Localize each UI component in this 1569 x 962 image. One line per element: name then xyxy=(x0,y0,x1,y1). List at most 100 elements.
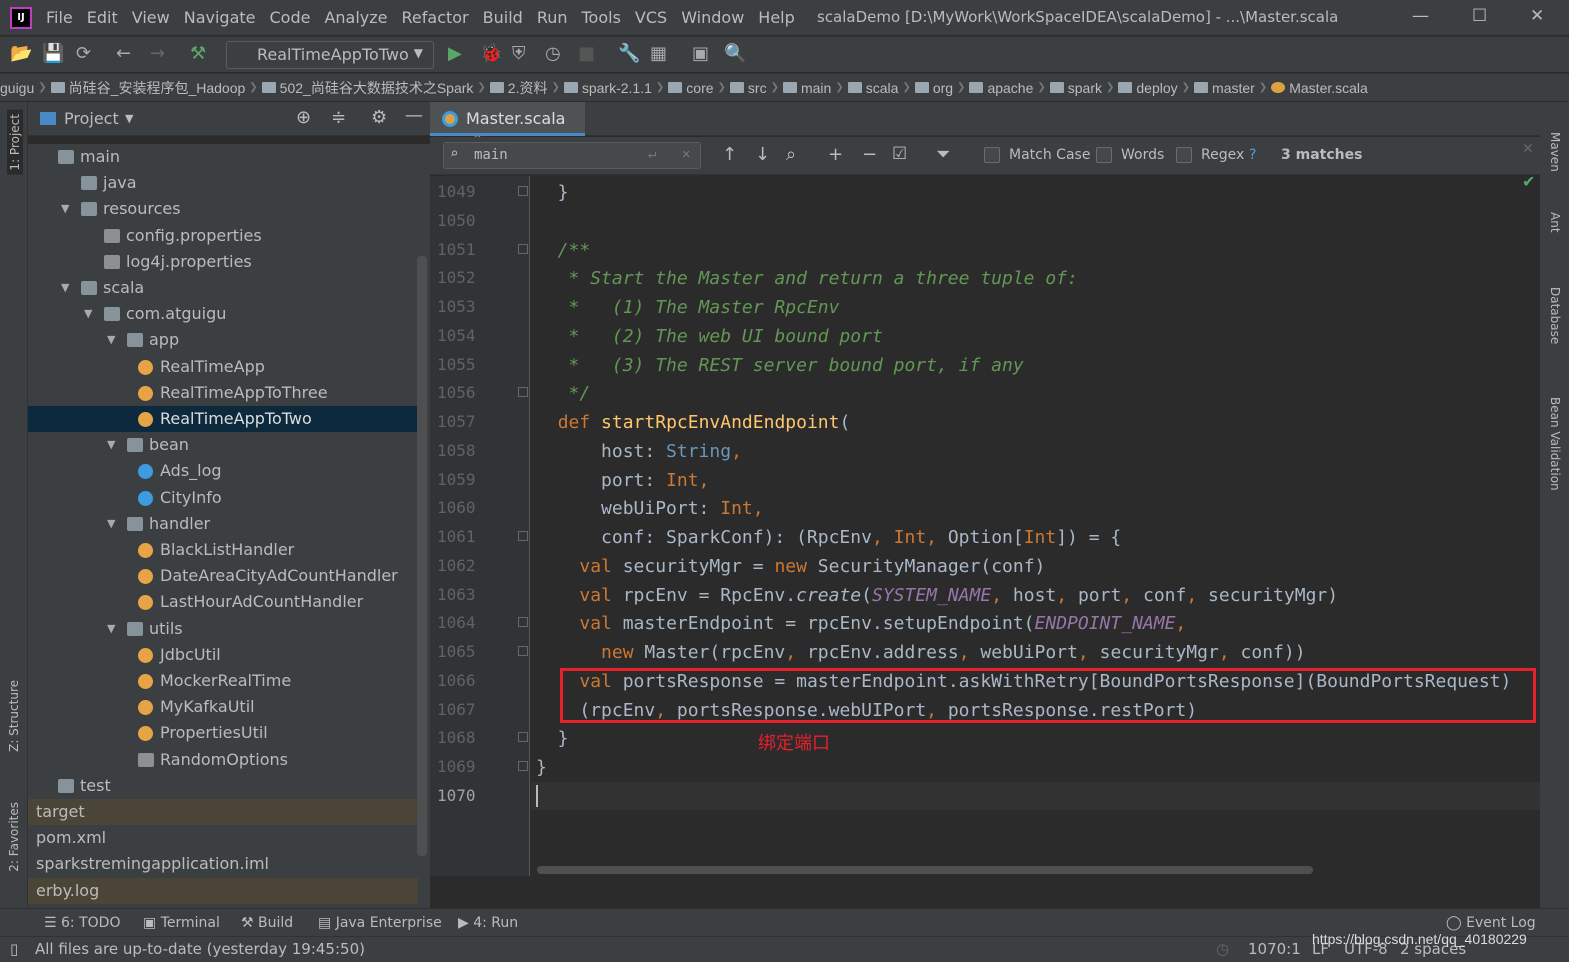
search-input[interactable]: ⌕ main ↵ ✕ xyxy=(443,142,701,169)
breadcrumb-item[interactable]: master xyxy=(1194,80,1255,96)
code-editor[interactable]: } /** * Start the Master and return a th… xyxy=(531,176,1540,876)
menu-edit[interactable]: Edit xyxy=(87,8,118,27)
run-tool-button[interactable]: ▶ 4: Run xyxy=(458,915,518,931)
breadcrumb-item[interactable]: src xyxy=(729,80,767,96)
gear-icon[interactable]: ⚙ xyxy=(371,107,387,128)
minimize-icon[interactable]: — xyxy=(1412,6,1429,26)
stop-icon[interactable]: ■ xyxy=(578,43,595,64)
tree-item[interactable]: Ads_log xyxy=(28,458,418,484)
forward-icon[interactable]: → xyxy=(150,43,165,64)
tree-item[interactable]: log4j.properties xyxy=(28,249,418,275)
fold-marker-icon[interactable] xyxy=(518,531,528,541)
close-icon[interactable]: ✕ xyxy=(1530,6,1544,26)
maximize-icon[interactable]: ☐ xyxy=(1472,6,1487,26)
breadcrumb-item[interactable]: Master.scala xyxy=(1271,80,1368,96)
menu-vcs[interactable]: VCS xyxy=(635,8,667,27)
tree-item[interactable]: java xyxy=(28,170,418,196)
expand-arrow-icon[interactable]: ▼ xyxy=(61,196,69,222)
menu-run[interactable]: Run xyxy=(537,8,568,27)
todo-tool-button[interactable]: ☰ 6: TODO xyxy=(44,915,120,931)
tree-item[interactable]: ▼ handler xyxy=(28,511,418,537)
bean-validation-tool-button[interactable]: Bean Validation xyxy=(1548,397,1562,491)
collapse-all-icon[interactable]: ≑ xyxy=(331,107,346,128)
caret-position[interactable]: 1070:1 xyxy=(1248,940,1301,958)
add-occurrence-icon[interactable]: + xyxy=(828,144,843,165)
tree-scrollbar[interactable] xyxy=(417,256,427,856)
breadcrumb-item[interactable]: spark xyxy=(1049,80,1102,96)
menu-tools[interactable]: Tools xyxy=(582,8,621,27)
breadcrumb-item[interactable]: 2.资料 xyxy=(489,78,547,98)
maven-tool-button[interactable]: Maven xyxy=(1548,132,1562,172)
breadcrumb-item[interactable]: guigu xyxy=(0,80,34,96)
next-match-icon[interactable]: ↓ xyxy=(755,144,770,165)
close-find-icon[interactable]: ✕ xyxy=(1522,141,1534,157)
hide-icon[interactable]: — xyxy=(405,105,423,126)
menu-view[interactable]: View xyxy=(132,8,170,27)
expand-arrow-icon[interactable]: ▼ xyxy=(84,301,92,327)
fold-marker-icon[interactable] xyxy=(518,617,528,628)
build-hammer-icon[interactable]: ⚒ xyxy=(190,43,206,64)
expand-arrow-icon[interactable]: ▼ xyxy=(107,511,115,537)
clear-search-icon[interactable]: ✕ xyxy=(682,146,690,162)
debug-icon[interactable]: 🐞 xyxy=(480,43,502,64)
tree-item[interactable]: main xyxy=(28,144,418,170)
breadcrumb-item[interactable]: org xyxy=(914,80,953,96)
status-toggle-icon[interactable]: ▯ xyxy=(10,940,18,958)
tree-item[interactable]: MyKafkaUtil xyxy=(28,694,418,720)
tree-item[interactable]: CityInfo xyxy=(28,485,418,511)
settings-wrench-icon[interactable]: 🔧 xyxy=(618,43,640,64)
open-folder-icon[interactable]: 📂 xyxy=(10,43,32,64)
project-tool-button[interactable]: 1: Project xyxy=(7,110,23,175)
tree-item[interactable]: BlackListHandler xyxy=(28,537,418,563)
tree-item[interactable]: sparkstremingapplication.iml xyxy=(28,851,418,877)
tree-item[interactable]: test xyxy=(28,773,418,799)
tree-item[interactable]: target xyxy=(28,799,418,825)
tree-item[interactable]: erby.log xyxy=(28,877,418,904)
favorites-tool-button[interactable]: 2: Favorites xyxy=(7,802,21,872)
horizontal-scrollbar[interactable] xyxy=(537,866,1313,874)
tree-item[interactable]: RealTimeAppToTwo xyxy=(28,406,418,432)
database-tool-button[interactable]: Database xyxy=(1548,287,1562,344)
tree-item[interactable]: RealTimeApp xyxy=(28,354,418,380)
menu-build[interactable]: Build xyxy=(483,8,523,27)
project-structure-icon[interactable]: ▦ xyxy=(650,43,667,64)
expand-arrow-icon[interactable]: ▼ xyxy=(61,275,69,301)
fold-marker-icon[interactable] xyxy=(518,186,528,196)
breadcrumb-item[interactable]: main xyxy=(782,80,831,96)
breadcrumb-item[interactable]: 尚硅谷_安装程序包_Hadoop xyxy=(50,78,245,98)
breadcrumb-item[interactable]: scala xyxy=(847,80,898,96)
tree-item[interactable]: ▼ com.atguigu xyxy=(28,301,418,327)
tree-item[interactable]: ▼ app xyxy=(28,327,418,353)
menu-code[interactable]: Code xyxy=(270,8,311,27)
build-tool-button[interactable]: ⚒ Build xyxy=(241,915,293,931)
regex-checkbox[interactable] xyxy=(1176,147,1192,163)
structure-tool-button[interactable]: Z: Structure xyxy=(7,680,21,752)
fold-marker-icon[interactable] xyxy=(518,646,528,656)
breadcrumb-item[interactable]: spark-2.1.1 xyxy=(563,80,652,96)
tree-item[interactable]: JdbcUtil xyxy=(28,642,418,668)
menu-window[interactable]: Window xyxy=(681,8,744,27)
expand-arrow-icon[interactable]: ▼ xyxy=(107,432,115,458)
coverage-icon[interactable]: ⛨ xyxy=(512,43,526,64)
tree-item[interactable]: DateAreaCityAdCountHandler xyxy=(28,563,418,589)
breadcrumb-item[interactable]: deploy xyxy=(1118,80,1178,96)
select-all-occurrences-icon[interactable]: ☑ xyxy=(892,144,907,164)
find-all-icon[interactable]: ⌕ xyxy=(786,144,796,165)
menu-help[interactable]: Help xyxy=(758,8,794,27)
tree-item[interactable]: MockerRealTime xyxy=(28,668,418,694)
tab-master-scala[interactable]: Master.scala ✕ xyxy=(430,102,585,147)
terminal-tool-button[interactable]: ▣ Terminal xyxy=(143,915,220,931)
regex-help-link[interactable]: ? xyxy=(1249,147,1256,163)
words-checkbox[interactable] xyxy=(1096,147,1112,163)
fold-marker-icon[interactable] xyxy=(518,761,528,771)
tree-item[interactable]: RandomOptions xyxy=(28,747,418,773)
java-enterprise-tool-button[interactable]: ▤ Java Enterprise xyxy=(318,915,442,931)
menu-file[interactable]: File xyxy=(46,8,73,27)
previous-match-icon[interactable]: ↑ xyxy=(722,144,737,165)
save-icon[interactable]: 💾 xyxy=(42,43,64,64)
fold-marker-icon[interactable] xyxy=(518,732,528,743)
tree-item[interactable]: RealTimeAppToThree xyxy=(28,380,418,406)
tree-item[interactable]: LastHourAdCountHandler xyxy=(28,589,418,615)
project-view-dropdown[interactable]: Project xyxy=(64,109,119,128)
tree-item[interactable]: config.properties xyxy=(28,223,418,249)
